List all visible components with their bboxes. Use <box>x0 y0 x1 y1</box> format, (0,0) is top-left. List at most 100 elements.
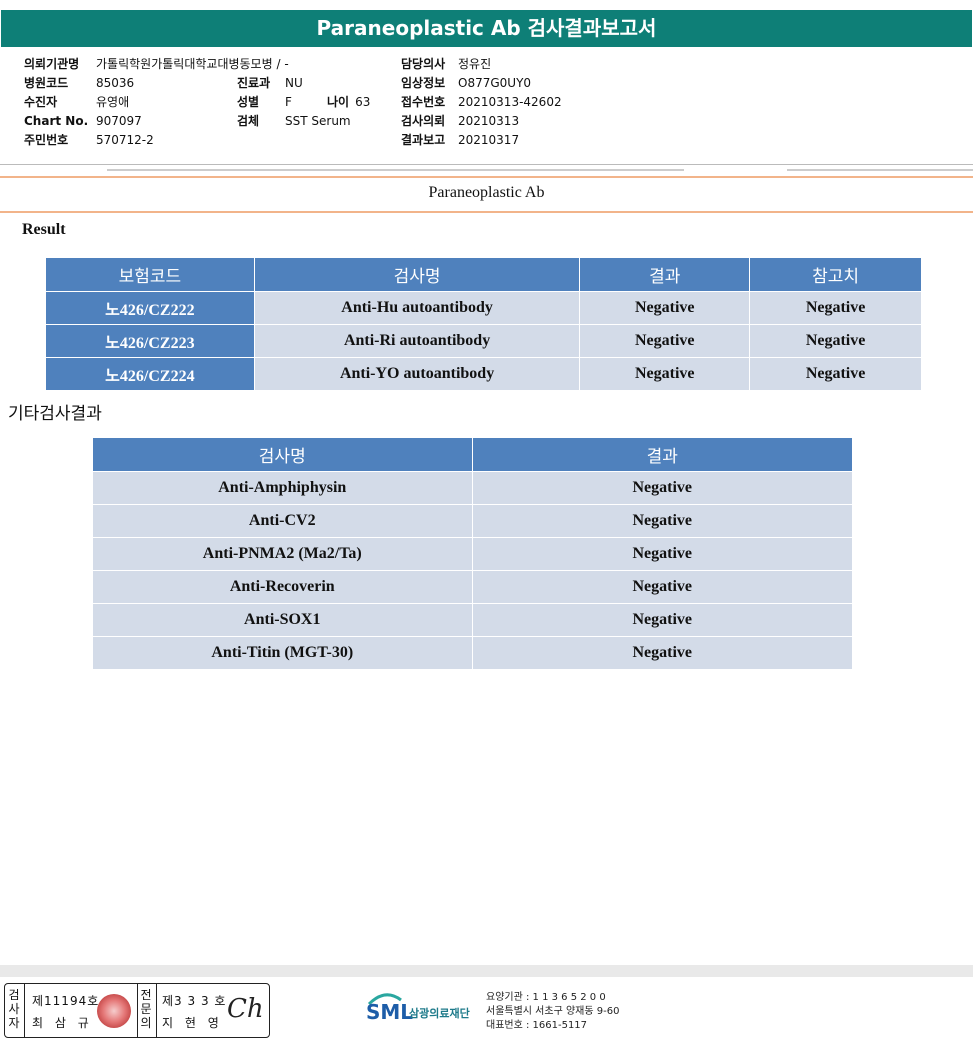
info-label: 병원코드 <box>24 76 69 90</box>
reference-value: Negative <box>749 324 922 358</box>
divider <box>787 169 973 171</box>
examiner-label-text: 검사자 <box>8 988 20 1030</box>
signature-box: 검사자 제11194호 최 삼 규 전문의 제3 3 3 호 지 현 영 Ch <box>4 983 270 1038</box>
divider <box>107 169 684 171</box>
result-heading: Result <box>22 221 66 238</box>
table-row: Anti-Amphiphysin Negative <box>92 471 854 505</box>
divider <box>0 176 973 178</box>
divider <box>24 984 25 1037</box>
info-label: 의뢰기관명 <box>24 57 80 71</box>
test-name: Anti-Ri autoantibody <box>253 324 581 358</box>
insurance-code: 노426/CZ222 <box>45 291 255 325</box>
info-label: 검사의뢰 <box>401 114 446 128</box>
result-table: 보험코드 검사명 결과 참고치 노426/CZ222 Anti-Hu autoa… <box>45 257 922 391</box>
divider <box>156 984 157 1037</box>
test-name: Anti-SOX1 <box>92 603 473 637</box>
test-name: Anti-PNMA2 (Ma2/Ta) <box>92 537 473 571</box>
divider <box>0 164 973 165</box>
report-title: Paraneoplastic Ab 검사결과보고서 <box>1 10 972 47</box>
test-result: Negative <box>579 291 751 325</box>
organization-name: 삼광의료재단 <box>409 1007 470 1020</box>
info-value: F <box>285 95 292 109</box>
info-value: SST Serum <box>285 114 351 128</box>
other-tests-heading: 기타검사결과 <box>8 404 102 424</box>
info-label: 주민번호 <box>24 133 69 147</box>
info-row-doctor: 담당의사 정유진 <box>401 55 562 74</box>
test-name: Anti-Recoverin <box>92 570 473 604</box>
examiner-label: 검사자 <box>7 988 21 1030</box>
org-phone: 대표번호 : 1661-5117 <box>486 1020 588 1031</box>
info-value: 85036 <box>96 76 135 90</box>
test-name: Anti-Amphiphysin <box>92 471 473 505</box>
doctor-number: 제3 3 3 호 <box>162 994 227 1008</box>
doctor-name: 지 현 영 <box>162 1016 223 1030</box>
divider <box>137 984 138 1037</box>
info-label: 임상정보 <box>401 76 446 90</box>
divider <box>0 211 973 213</box>
column-header: 참고치 <box>749 257 922 292</box>
info-label: 담당의사 <box>401 57 446 71</box>
info-value: 20210313-42602 <box>458 95 562 109</box>
table-row: 노426/CZ223 Anti-Ri autoantibody Negative… <box>45 324 922 358</box>
info-row-receipt: 접수번호 20210313-42602 <box>401 93 562 112</box>
info-label: 나이 <box>327 95 350 109</box>
test-result: Negative <box>471 636 854 670</box>
org-code: 요양기관 : 1 1 3 6 5 2 0 0 <box>486 992 606 1003</box>
insurance-code: 노426/CZ224 <box>45 357 255 391</box>
table-row: Anti-Recoverin Negative <box>92 570 854 604</box>
handwritten-signature-icon: Ch <box>227 994 264 1024</box>
org-address: 서울특별시 서초구 양재동 9-60 <box>486 1006 620 1017</box>
test-result: Negative <box>579 357 751 391</box>
other-tests-table: 검사명 결과 Anti-Amphiphysin Negative Anti-CV2… <box>92 437 854 670</box>
info-row-specimen: 검체 SST Serum <box>237 112 370 131</box>
organization-address: 요양기관 : 1 1 3 6 5 2 0 0 서울특별시 서초구 양재동 9-6… <box>486 991 619 1033</box>
reference-value: Negative <box>749 357 922 391</box>
info-row-institution: 의뢰기관명 가톨릭학원가톨릭대학교대병동모병 / - <box>24 55 289 74</box>
section-title: Paraneoplastic Ab <box>428 184 545 201</box>
column-header: 결과 <box>471 437 854 472</box>
info-label: 검체 <box>237 114 260 128</box>
test-name: Anti-YO autoantibody <box>253 357 581 391</box>
info-label: Chart No. <box>24 114 89 128</box>
info-value: NU <box>285 76 303 90</box>
table-row: 노426/CZ224 Anti-YO autoantibody Negative… <box>45 357 922 391</box>
insurance-code: 노426/CZ223 <box>45 324 255 358</box>
test-result: Negative <box>471 504 854 538</box>
info-row-request: 검사의뢰 20210313 <box>401 112 562 131</box>
table-row: Anti-SOX1 Negative <box>92 603 854 637</box>
info-row-report: 결과보고 20210317 <box>401 131 562 150</box>
info-value: 정유진 <box>458 57 492 71</box>
official-seal-icon <box>97 994 131 1028</box>
reference-value: Negative <box>749 291 922 325</box>
examiner-number: 제11194호 <box>32 994 100 1008</box>
table-row: Anti-Titin (MGT-30) Negative <box>92 636 854 670</box>
info-row-id-no: 주민번호 570712-2 <box>24 131 289 150</box>
doctor-label: 전문의 <box>139 988 153 1030</box>
info-value: 20210317 <box>458 133 520 147</box>
info-label: 결과보고 <box>401 133 446 147</box>
info-value: 907097 <box>96 114 142 128</box>
table-row: 노426/CZ222 Anti-Hu autoantibody Negative… <box>45 291 922 325</box>
info-label: 진료과 <box>237 76 271 90</box>
table-header-row: 검사명 결과 <box>92 437 854 472</box>
test-result: Negative <box>471 570 854 604</box>
sml-logo: SML <box>366 1000 414 1024</box>
info-value: 가톨릭학원가톨릭대학교대병동모병 / - <box>96 57 289 71</box>
doctor-label-text: 전문의 <box>140 988 152 1030</box>
test-result: Negative <box>579 324 751 358</box>
table-row: Anti-PNMA2 (Ma2/Ta) Negative <box>92 537 854 571</box>
test-result: Negative <box>471 603 854 637</box>
patient-info-middle: 진료과 NU 성별 F 나이 63 검체 SST Serum <box>237 74 370 131</box>
footer-divider <box>0 965 973 977</box>
info-label: 성별 <box>237 95 260 109</box>
info-value: 20210313 <box>458 114 520 128</box>
column-header: 보험코드 <box>45 257 255 292</box>
column-header: 검사명 <box>253 257 581 292</box>
column-header: 검사명 <box>92 437 473 472</box>
info-row-clinical: 임상정보 O877G0UY0 <box>401 74 562 93</box>
info-value: O877G0UY0 <box>458 76 532 90</box>
test-result: Negative <box>471 471 854 505</box>
info-value: 63 <box>355 95 371 109</box>
info-value: 570712-2 <box>96 133 154 147</box>
patient-info-right: 담당의사 정유진 임상정보 O877G0UY0 접수번호 20210313-42602… <box>401 55 562 150</box>
